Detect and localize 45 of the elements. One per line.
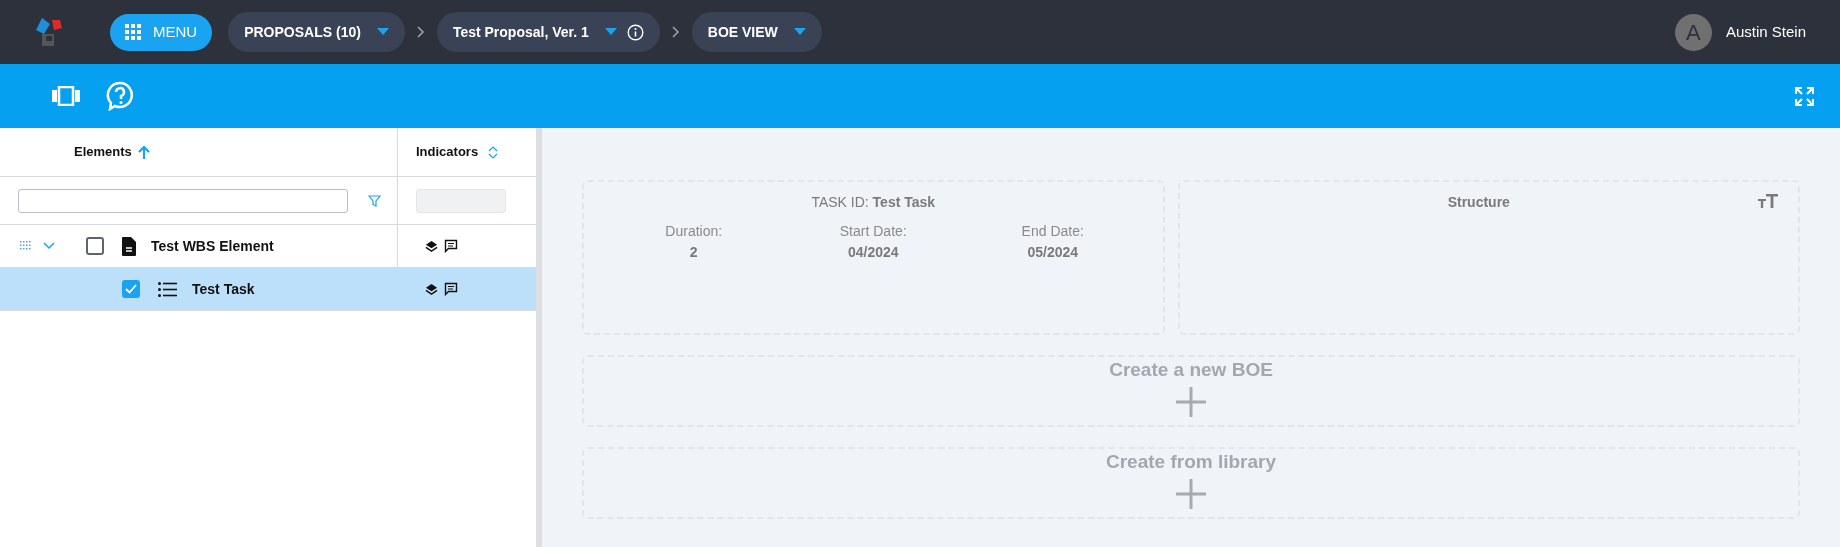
help-icon[interactable]: [106, 81, 134, 111]
field-value: 2: [689, 243, 698, 262]
plus-icon[interactable]: [1176, 479, 1206, 509]
drag-handle-icon[interactable]: [20, 241, 32, 251]
tree-row-label: Test WBS Element: [151, 236, 274, 256]
column-header[interactable]: Indicators: [416, 142, 479, 162]
comment-icon: [444, 239, 458, 253]
tree-row[interactable]: Test Task: [0, 268, 536, 311]
fullscreen-icon[interactable]: [1795, 86, 1814, 106]
carousel-icon[interactable]: [52, 86, 80, 106]
caret-icon: [793, 28, 806, 36]
field-value: 05/2024: [1027, 243, 1079, 262]
checkbox[interactable]: [122, 280, 140, 298]
task-title: TASK ID: Test Task: [811, 193, 936, 212]
plus-icon[interactable]: [1176, 387, 1206, 417]
filter-icon[interactable]: [368, 194, 381, 207]
card-title: Structure: [1446, 193, 1511, 212]
chevron-right-icon: [416, 26, 425, 38]
field-value: 04/2024: [847, 243, 899, 262]
text-size-icon[interactable]: [1758, 192, 1778, 208]
breadcrumb-dropdown[interactable]: PROPOSALS (10): [228, 12, 405, 52]
user-name[interactable]: Austin Stein: [1725, 20, 1806, 44]
field-label: End Date:: [1021, 222, 1084, 241]
field-label: Duration:: [665, 222, 723, 241]
caret-icon: [604, 28, 617, 36]
layers-icon: [425, 239, 438, 253]
info-icon[interactable]: [626, 23, 644, 41]
filter-field[interactable]: [18, 188, 348, 213]
field-label: Start Date:: [839, 222, 907, 241]
chevron-down-icon[interactable]: [43, 242, 55, 250]
tree-row-label: Test Task: [192, 279, 255, 299]
column-header[interactable]: Elements: [74, 142, 132, 162]
layers-icon: [425, 282, 438, 296]
list-icon: [158, 281, 177, 297]
sort-icon[interactable]: [488, 145, 499, 159]
breadcrumb-dropdown[interactable]: BOE VIEW: [691, 12, 822, 52]
tree-row[interactable]: Test WBS Element: [0, 225, 536, 268]
breadcrumb-dropdown[interactable]: Test Proposal, Ver. 1: [436, 12, 660, 52]
grid-icon: [125, 24, 141, 40]
caret-icon: [376, 28, 389, 36]
chevron-right-icon: [671, 26, 680, 38]
sort-up-icon[interactable]: [137, 145, 150, 159]
checkbox[interactable]: [86, 237, 104, 255]
document-icon: [122, 236, 136, 256]
comment-icon: [444, 282, 458, 296]
